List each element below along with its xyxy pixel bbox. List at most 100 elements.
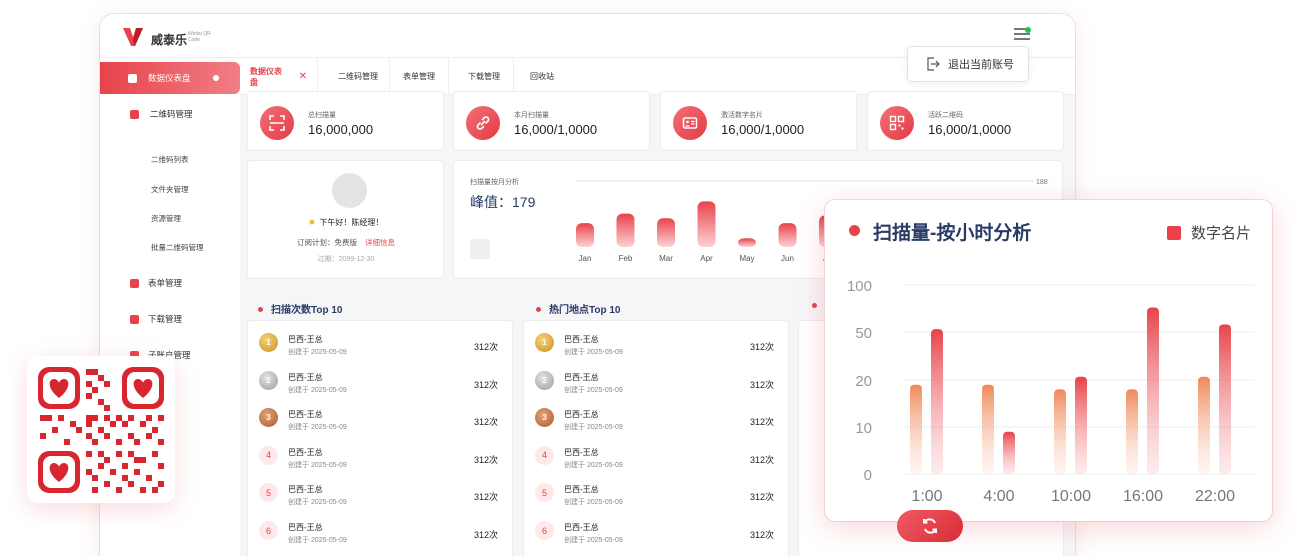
avatar: [332, 173, 367, 208]
bar-chart-icon[interactable]: [470, 239, 490, 259]
rank-date: 创建于 2025-05-09: [288, 461, 347, 469]
qr-module: [92, 369, 98, 375]
list-item[interactable]: 6 巴西-王总 创建于 2025-05-09 312次: [524, 515, 788, 553]
qr-module: [122, 421, 128, 427]
list-item[interactable]: 4 巴西-王总 创建于 2025-05-09 312次: [248, 440, 512, 478]
scan-icon: [260, 106, 294, 140]
hour-tick-label: 1:00: [911, 488, 942, 505]
list-item[interactable]: 5 巴西-王总 创建于 2025-05-09 312次: [248, 477, 512, 515]
qr-module: [128, 451, 134, 457]
rank-name: 巴西-王总: [288, 523, 323, 532]
sidebar-item-qr-management[interactable]: 二维码管理: [100, 98, 240, 130]
scan-top-list: 1 巴西-王总 创建于 2025-05-09 312次 2 巴西-王总 创建于 2025-0…: [247, 320, 513, 556]
rank-date: 创建于 2025-05-09: [288, 424, 347, 432]
qr-module: [92, 487, 98, 493]
rank-name: 巴西-王总: [288, 335, 323, 344]
rank-date: 创建于 2025-05-09: [564, 499, 623, 507]
hot-places-list: 1 巴西-王总 创建于 2025-05-09 312次 2 巴西-王总 创建于 2025-0…: [523, 320, 789, 556]
rank-name: 巴西-王总: [564, 410, 599, 420]
month-tick-label: May: [739, 254, 754, 263]
list-item[interactable]: 1 巴西-王总 创建于 2025-05-09 312次: [248, 327, 512, 365]
monthly-bar: [616, 213, 635, 247]
rank-badge: 6: [535, 521, 554, 540]
qr-module: [92, 415, 98, 421]
rank-date: 创建于 2025-05-09: [564, 386, 623, 394]
rank-count: 312次: [473, 417, 498, 428]
qr-code-card: [27, 356, 175, 503]
rank-date: 创建于 2025-05-09: [564, 424, 623, 432]
tab-recycle-bin[interactable]: 回收站: [520, 58, 570, 95]
qr-module: [140, 421, 146, 427]
monthly-bar: [697, 201, 716, 247]
hot-places-title: 热门地点Top 10: [536, 301, 620, 316]
brand-logo-icon: [123, 28, 143, 46]
tab-downloads[interactable]: 下载管理: [458, 58, 514, 95]
list-item[interactable]: 2 巴西-王总 创建于 2025-05-09 312次: [524, 365, 788, 403]
refresh-button[interactable]: [897, 510, 963, 542]
list-item[interactable]: 3 巴西-王总 创建于 2025-05-09 312次: [248, 402, 512, 440]
close-tab-icon[interactable]: ✕: [299, 71, 307, 82]
sidebar-item-downloads[interactable]: 下载管理: [100, 303, 240, 335]
stat-value: 16,000/1,0000: [928, 122, 1012, 137]
tab-label: 二维码管理: [338, 72, 378, 81]
tab-forms[interactable]: 表单管理: [393, 58, 449, 95]
qr-module: [158, 415, 164, 421]
logout-button[interactable]: 退出当前账号: [907, 46, 1029, 82]
rank-date: 创建于 2025-05-09: [288, 537, 347, 544]
rank-name: 巴西-王总: [564, 523, 599, 532]
list-item[interactable]: 4 巴西-王总 创建于 2025-05-09 312次: [524, 440, 788, 478]
rank-badge: 6: [259, 521, 278, 540]
monitor-icon: [128, 73, 137, 83]
qr-module: [104, 415, 110, 421]
qr-module: [98, 375, 104, 381]
rank-badge: 5: [535, 483, 554, 503]
plan-info: 订阅计划：免费版 详细信息: [248, 237, 444, 248]
qr-module: [146, 475, 152, 481]
rank-name: 巴西-王总: [288, 372, 323, 382]
qr-code-image: [38, 367, 164, 493]
list-item[interactable]: 3 巴西-王总 创建于 2025-05-09 312次: [524, 402, 788, 440]
sidebar-subitem-resources[interactable]: 资源管理: [151, 213, 181, 224]
list-item[interactable]: 1 巴西-王总 创建于 2025-05-09 312次: [524, 327, 788, 365]
peak-value: 峰值：179: [470, 194, 536, 210]
profile-card: ✹ 下午好！陈经理！ 订阅计划：免费版 详细信息 过期：2099-12-30: [247, 160, 444, 279]
stat-value: 16,000/1,0000: [721, 122, 805, 137]
third-section-dot: [812, 303, 817, 308]
list-item[interactable]: 6 巴西-王总 创建于 2025-05-09 312次: [248, 515, 512, 553]
link-icon: [466, 106, 500, 140]
qr-module: [104, 433, 110, 439]
sidebar-item-label: 二维码管理: [150, 109, 193, 119]
rank-count: 312次: [473, 342, 498, 352]
tab-qr-management[interactable]: 二维码管理: [328, 58, 390, 95]
sidebar-subitem-qr-list[interactable]: 二维码列表: [151, 154, 189, 165]
qr-module: [58, 415, 64, 421]
hourly-bar-chart: 10050201001:00 4:00 10:00 16:00 22:00: [847, 278, 1255, 505]
qr-management-icon: [130, 109, 139, 119]
sidebar-subitem-batch-qr[interactable]: 批量二维码管理: [151, 242, 204, 253]
qr-module: [110, 469, 116, 475]
plan-details-link[interactable]: 详细信息: [365, 238, 395, 247]
qr-module: [64, 439, 70, 445]
hourly-bar-orange: [982, 384, 994, 474]
sidebar-item-forms[interactable]: 表单管理: [100, 267, 240, 299]
online-status-dot: [1025, 27, 1031, 33]
tab-dashboard[interactable]: 数据仪表盘 ✕: [240, 58, 318, 95]
hour-tick-label: 4:00: [983, 488, 1014, 505]
sidebar-item-label: 表单管理: [148, 278, 183, 288]
list-item[interactable]: 2 巴西-王总 创建于 2025-05-09 312次: [248, 365, 512, 403]
qr-module: [158, 481, 164, 487]
stat-label: 激活数字名片: [721, 112, 763, 119]
rank-name: 巴西-王总: [564, 485, 599, 495]
sidebar-item-dashboard[interactable]: 数据仪表盘: [100, 62, 240, 94]
qr-module: [140, 487, 146, 493]
rank-count: 312次: [473, 454, 498, 465]
qr-module: [116, 487, 122, 493]
qr-module: [46, 415, 52, 421]
stat-label: 本月扫描量: [514, 112, 549, 119]
rank-badge: 4: [535, 445, 554, 465]
rank-medal-icon: 2: [535, 370, 554, 390]
list-item[interactable]: 5 巴西-王总 创建于 2025-05-09 312次: [524, 477, 788, 515]
qr-module: [158, 463, 164, 469]
sidebar-subitem-folders[interactable]: 文件夹管理: [151, 184, 189, 195]
rank-date: 创建于 2025-05-09: [564, 461, 623, 469]
